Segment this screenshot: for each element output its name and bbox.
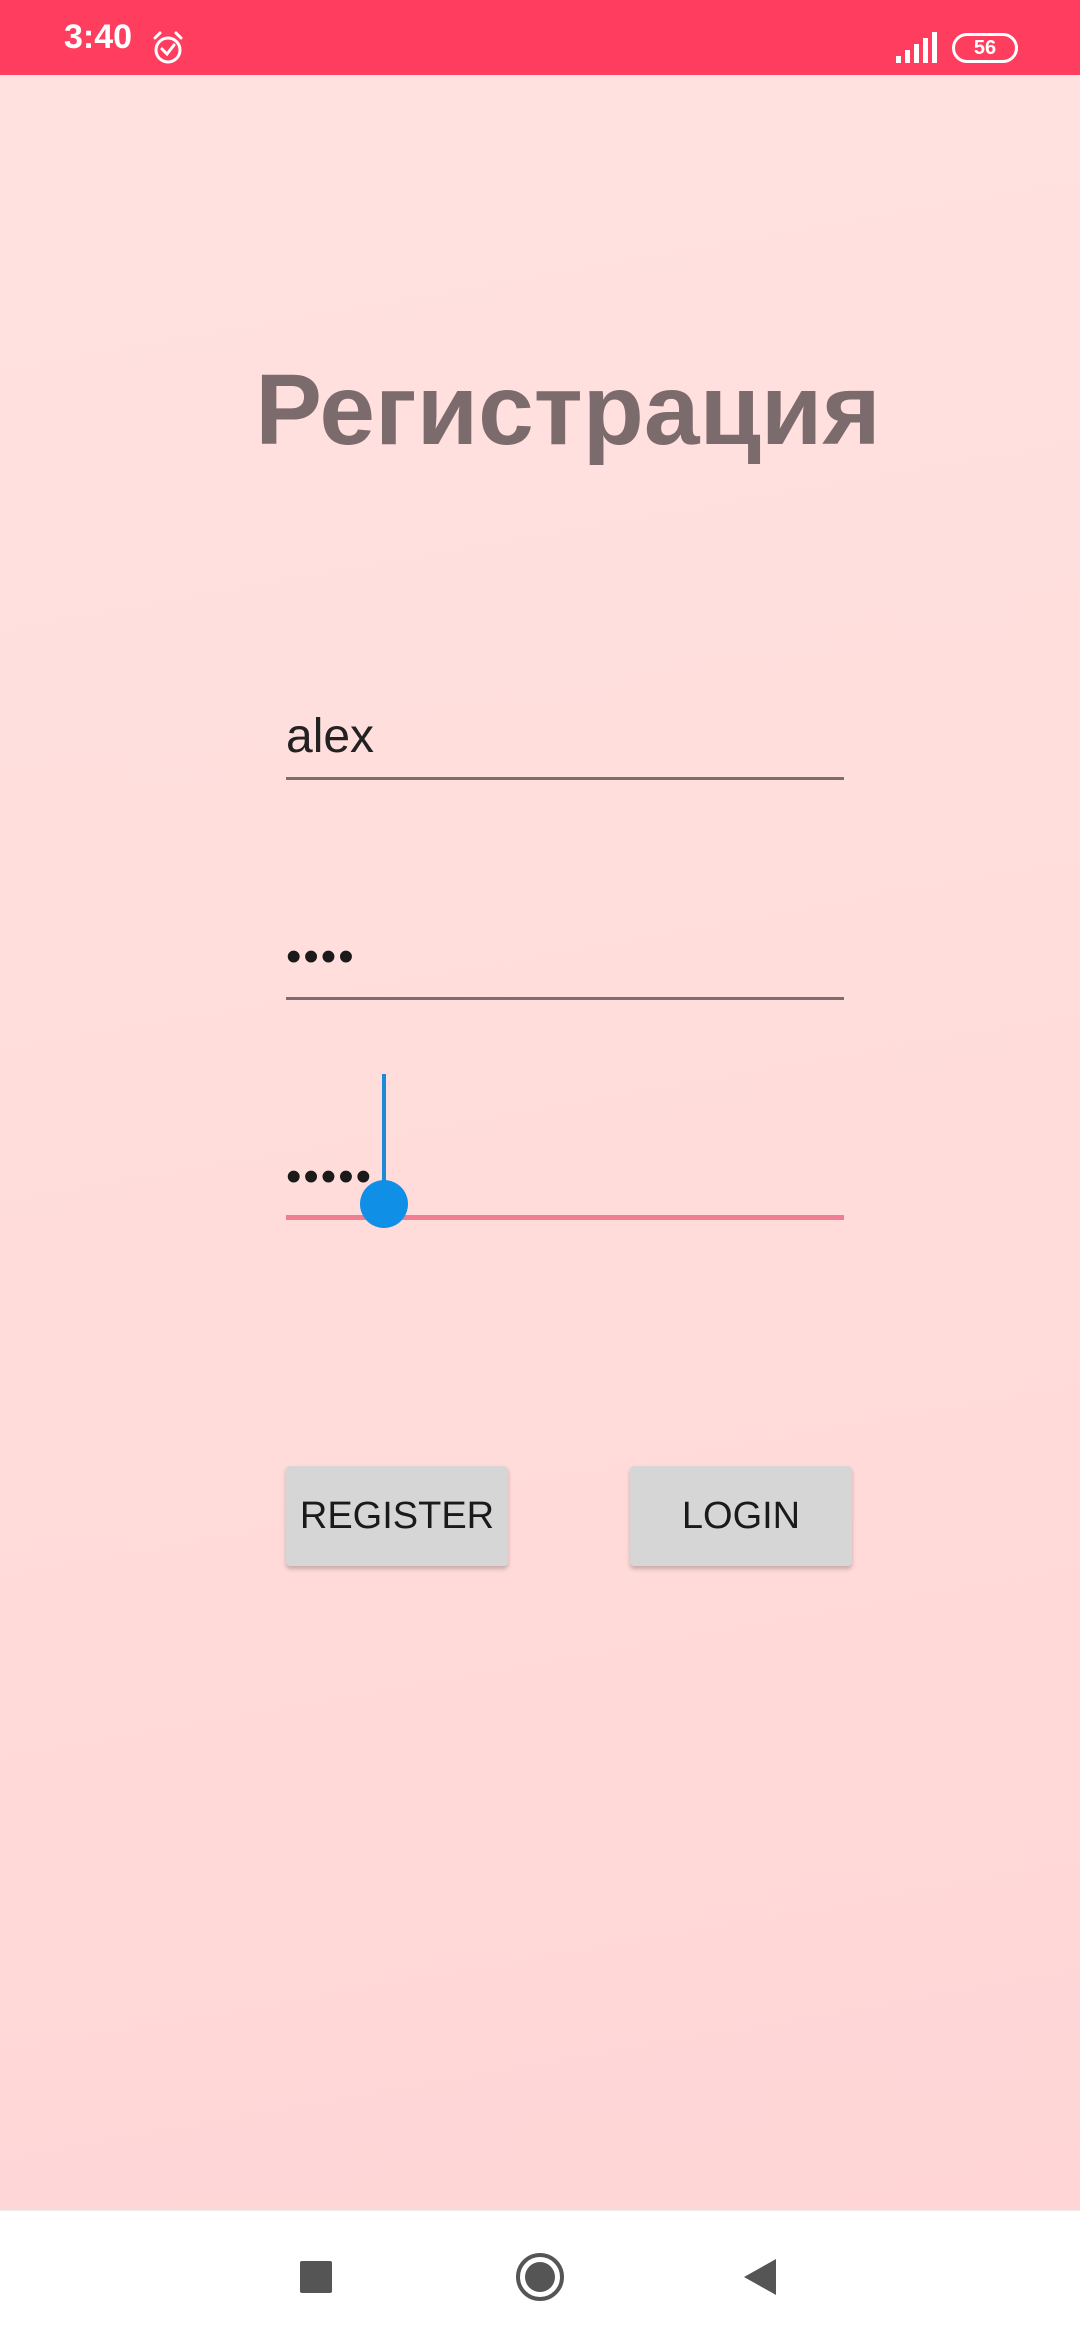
login-button[interactable]: LOGIN [630, 1466, 852, 1566]
signal-icon [896, 32, 937, 63]
username-underline [286, 777, 844, 780]
text-cursor [382, 1074, 386, 1194]
confirm-password-field[interactable]: ••••• [286, 1074, 844, 1228]
alarm-icon [153, 31, 183, 64]
recents-icon[interactable] [300, 2261, 332, 2293]
battery-level: 56 [973, 37, 997, 59]
password-value: •••• [286, 932, 356, 981]
cursor-handle[interactable] [360, 1180, 408, 1228]
battery-icon: 56 [952, 33, 1018, 63]
username-value: alex [286, 710, 375, 763]
back-icon[interactable] [742, 2257, 778, 2297]
status-time: 3:40 [64, 18, 133, 56]
username-field[interactable]: alex [286, 700, 844, 780]
register-button[interactable]: REGISTER [286, 1466, 508, 1566]
password-underline [286, 997, 844, 1000]
page-title: Регистрация [255, 354, 881, 466]
confirm-password-value: ••••• [286, 1152, 374, 1201]
password-field[interactable]: •••• [286, 920, 844, 1000]
home-icon[interactable] [514, 2251, 566, 2303]
navigation-bar [0, 2210, 1080, 2341]
status-bar: 3:40 56 [0, 0, 1080, 75]
